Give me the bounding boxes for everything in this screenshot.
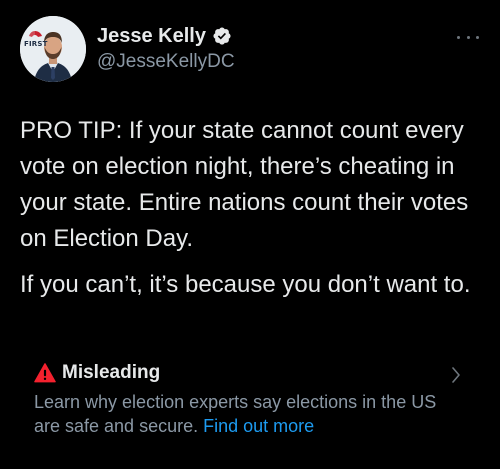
more-dot	[457, 35, 460, 39]
tweet-paragraph: PRO TIP: If your state cannot count ever…	[20, 117, 469, 252]
display-name[interactable]: Jesse Kelly	[97, 24, 206, 48]
avatar-logo: FIRST	[24, 30, 48, 50]
warning-icon	[34, 362, 56, 384]
chevron-right-icon[interactable]	[450, 366, 462, 384]
tweet: FIRST Jesse Kelly @JesseKellyDC PRO TIP:…	[0, 0, 500, 469]
tweet-text: PRO TIP: If your state cannot count ever…	[20, 113, 490, 303]
find-out-more-link[interactable]: Find out more	[203, 416, 314, 436]
author-handle[interactable]: @JesseKellyDC	[97, 50, 235, 74]
avatar-logo-text: FIRST	[24, 40, 48, 48]
notice-body: Learn why election experts say elections…	[34, 390, 454, 438]
tweet-paragraph: If you can’t, it’s because you don’t wan…	[20, 271, 471, 298]
more-options-icon[interactable]	[457, 27, 479, 47]
misleading-notice[interactable]: Misleading Learn why election experts sa…	[34, 360, 474, 438]
notice-title: Misleading	[62, 362, 161, 383]
avatar[interactable]: FIRST	[20, 16, 86, 82]
more-dot	[466, 35, 470, 39]
author-name-row: Jesse Kelly	[97, 24, 232, 48]
verified-badge-icon	[212, 26, 232, 46]
notice-header: Misleading	[34, 360, 474, 386]
more-dot	[476, 35, 479, 39]
